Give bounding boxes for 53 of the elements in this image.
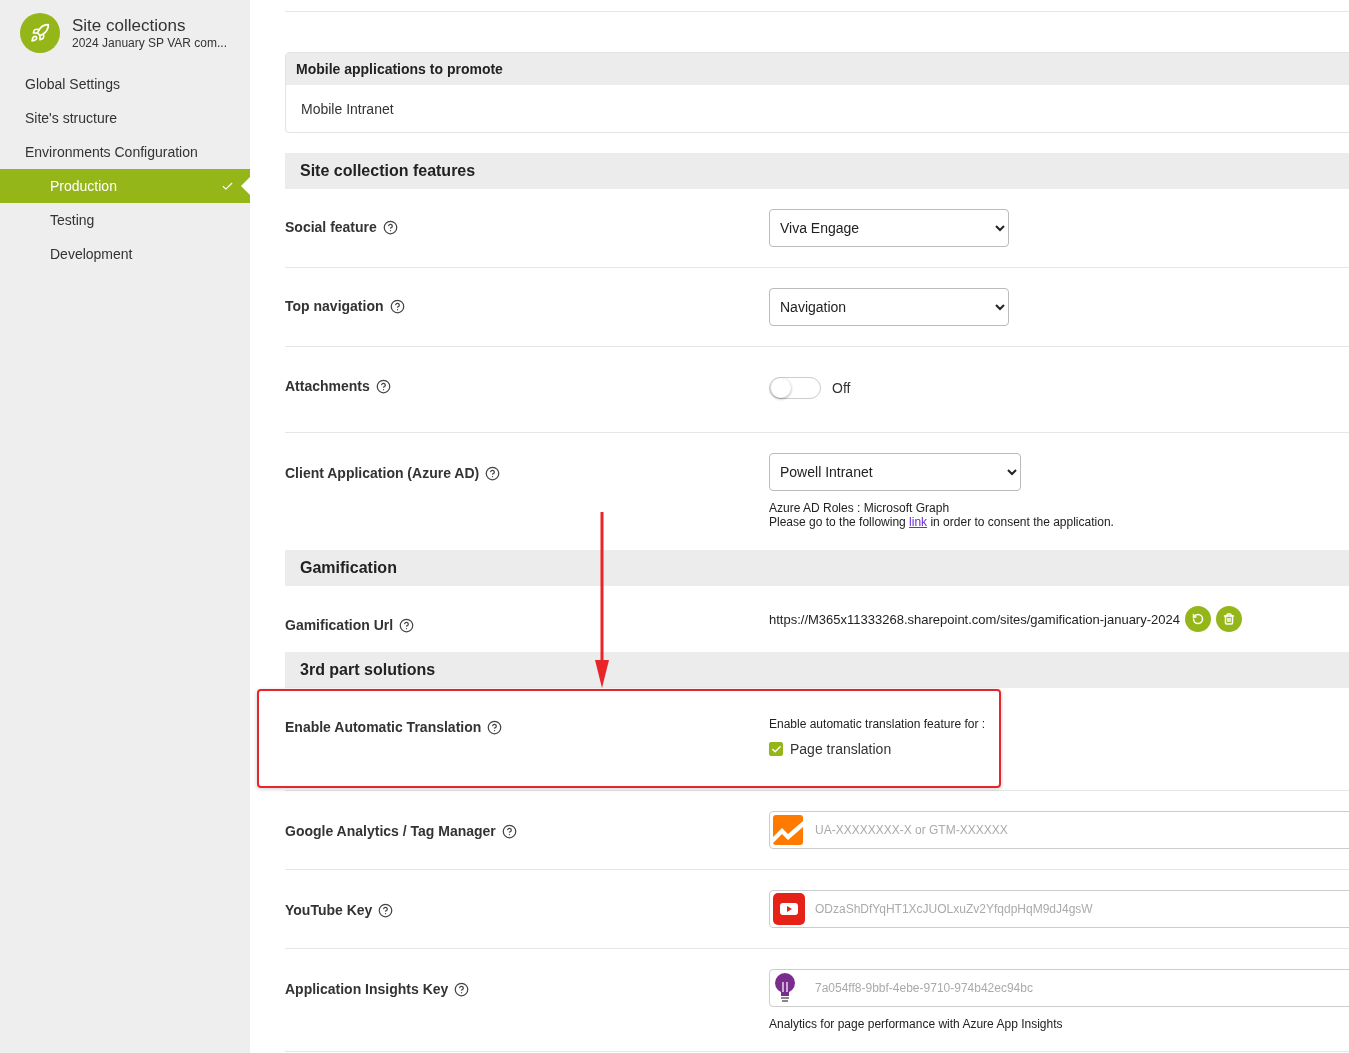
consent-note: Please go to the following link in order to consent the application. — [769, 515, 1114, 529]
url-text: https://M365x11333268.sharepoint.com/sites/gamification-january-2024 — [769, 611, 1180, 627]
help-icon[interactable] — [399, 618, 415, 633]
help-icon[interactable] — [389, 299, 405, 314]
help-icon[interactable] — [487, 720, 503, 735]
rocket-logo — [20, 13, 60, 53]
section-heading: 3rd part solutions — [285, 652, 1349, 688]
key-field[interactable]: UA-XXXXXXXX-X or GTM-XXXXXX — [769, 811, 1349, 849]
section-heading: Site collection features — [285, 153, 1349, 189]
trash-icon — [1222, 613, 1235, 625]
checkbox[interactable] — [769, 742, 783, 756]
play-icon — [773, 893, 805, 925]
toggle-state: Off — [832, 380, 851, 396]
refresh-icon — [1191, 613, 1204, 625]
help-icon[interactable] — [378, 903, 394, 918]
dropdown[interactable]: Powell Intranet — [769, 453, 1021, 491]
help-icon[interactable] — [485, 466, 501, 481]
field-note: Analytics for page performance with Azure App Insights — [769, 1017, 1063, 1031]
consent-link[interactable]: link — [909, 515, 928, 529]
roles-note: Azure AD Roles : Microsoft Graph — [769, 501, 950, 515]
sidebar-item[interactable]: Development — [0, 237, 250, 271]
key-field[interactable]: ODzaShDfYqHT1XcJUOLxuZv2YfqdpHqM9dJ4gsW — [769, 890, 1349, 928]
setting-label: Application Insights Key — [285, 981, 449, 997]
setting-label: Top navigation — [285, 298, 384, 314]
setting-label: Client Application (Azure AD) — [285, 465, 480, 481]
checkbox-caption: Enable automatic translation feature for : — [769, 717, 986, 731]
lightbulb-icon — [773, 972, 797, 1004]
checkbox-label: Page translation — [790, 741, 892, 757]
setting-label: YouTube Key — [285, 902, 373, 918]
sidebar-item[interactable]: Site's structure — [0, 101, 250, 135]
app-title: Site collections — [72, 16, 187, 36]
chart-icon — [773, 815, 803, 845]
section-heading: Gamification — [285, 550, 1349, 586]
setting-label: Enable Automatic Translation — [285, 719, 482, 735]
sidebar-item[interactable]: Global Settings — [0, 67, 250, 101]
mobile-app-item: Mobile Intranet — [300, 99, 395, 119]
help-icon[interactable] — [501, 824, 517, 839]
key-field[interactable]: 7a054ff8-9bbf-4ebe-9710-974b42ec94bc — [769, 969, 1349, 1007]
setting-label: Attachments — [285, 378, 370, 394]
card-heading: Mobile applications to promote — [286, 53, 1349, 85]
site-name: 2024 January SP VAR com... — [72, 36, 227, 50]
active-pointer — [241, 177, 250, 195]
toggle-switch[interactable] — [769, 377, 821, 399]
setting-label: Google Analytics / Tag Manager — [285, 823, 496, 839]
help-icon[interactable] — [454, 982, 470, 997]
help-icon[interactable] — [375, 379, 391, 394]
sidebar-item[interactable]: Testing — [0, 203, 250, 237]
setting-label: Social feature — [285, 219, 377, 235]
help-icon[interactable] — [382, 220, 398, 235]
setting-label: Gamification Url — [285, 617, 394, 633]
sidebar-item[interactable]: Environments Configuration — [0, 135, 250, 169]
dropdown[interactable]: Viva Engage — [769, 209, 1009, 247]
dropdown[interactable]: Navigation — [769, 288, 1009, 326]
